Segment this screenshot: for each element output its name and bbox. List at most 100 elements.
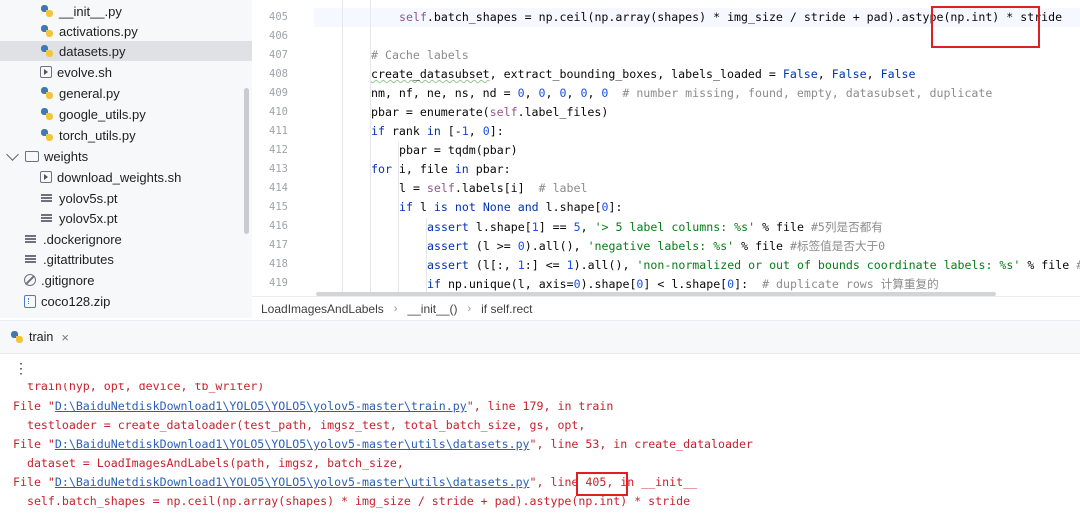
python-file-icon [40, 107, 54, 121]
tree-item-coco128-zip[interactable]: coco128.zip [0, 291, 252, 311]
code-line: assert (l[:, 1:] <= 1).all(), 'non-norma… [427, 258, 1080, 272]
code-line: pbar = tqdm(pbar) [399, 143, 518, 157]
shell-file-icon [40, 66, 52, 78]
code-line: for i, file in pbar: [371, 162, 511, 176]
tree-item-gitattributes[interactable]: .gitattributes [0, 249, 252, 269]
console-line: File "D:\BaiduNetdiskDownload1\YOLO5\YOL… [13, 399, 613, 413]
console-text: File " [13, 437, 55, 451]
tree-item-label: torch_utils.py [59, 127, 136, 143]
text-file-icon [40, 211, 54, 225]
tree-item-label: general.py [59, 85, 120, 101]
line-number: 417 [269, 239, 288, 251]
breadcrumb-class[interactable]: LoadImagesAndLabels [261, 302, 384, 316]
chevron-right-icon: › [393, 302, 398, 315]
console-line: self.batch_shapes = np.ceil(np.array(sha… [13, 494, 691, 508]
project-tree: __init__.py activations.py datasets.py e… [0, 0, 252, 318]
text-file-icon [40, 191, 54, 205]
tree-item-yolov5s-pt[interactable]: yolov5s.pt [0, 188, 252, 208]
code-line: nm, nf, ne, ns, nd = 0, 0, 0, 0, 0 # num… [371, 86, 993, 100]
tree-item-google-utils-py[interactable]: google_utils.py [0, 104, 252, 124]
run-console[interactable]: train(hyp, opt, device, tb_writer) File … [0, 383, 1080, 515]
tree-scrollbar[interactable] [244, 88, 249, 234]
console-text: ", line 53, in create_dataloader [529, 437, 753, 451]
code-line: pbar = enumerate(self.label_files) [371, 105, 609, 119]
tree-item-activations-py[interactable]: activations.py [0, 21, 252, 41]
folder-icon [25, 151, 39, 162]
file-path-link[interactable]: D:\BaiduNetdiskDownload1\YOLO5\YOLO5\yol… [55, 437, 530, 451]
code-line: if rank in [-1, 0]: [371, 124, 504, 138]
tree-item-label: coco128.zip [41, 293, 111, 309]
run-toolbar [0, 353, 1080, 383]
code-line: create_datasubset, extract_bounding_boxe… [371, 67, 916, 81]
line-number: 411 [269, 125, 288, 137]
more-options-icon[interactable]: ⋮ [14, 360, 28, 377]
tab-train[interactable]: train × [10, 326, 69, 348]
python-file-icon [40, 128, 54, 142]
tree-folder-weights[interactable]: weights [0, 146, 242, 166]
code-line: if l is not None and l.shape[0]: [399, 200, 623, 214]
tree-item-evolve-sh[interactable]: evolve.sh [0, 62, 252, 82]
tree-item-label: yolov5s.pt [59, 190, 118, 206]
chevron-right-icon: › [467, 302, 472, 315]
tree-item-torch-utils-py[interactable]: torch_utils.py [0, 125, 252, 145]
console-line: dataset = LoadImagesAndLabels(path, imgs… [13, 456, 404, 470]
breadcrumb: LoadImagesAndLabels › __init__() › if se… [252, 296, 1080, 320]
tree-item-label: yolov5x.pt [59, 210, 118, 226]
run-panel-header [0, 320, 1080, 353]
line-number: 405 [269, 11, 288, 23]
shell-file-icon [40, 171, 52, 183]
line-number: 416 [269, 220, 288, 232]
tree-item-general-py[interactable]: general.py [0, 83, 252, 103]
tree-item-label: activations.py [59, 23, 138, 39]
file-path-link[interactable]: D:\BaiduNetdiskDownload1\YOLO5\YOLO5\yol… [55, 475, 530, 489]
tree-item-yolov5x-pt[interactable]: yolov5x.pt [0, 208, 252, 228]
tree-item-gitignore[interactable]: .gitignore [0, 270, 252, 290]
tree-item-label: .dockerignore [43, 231, 122, 247]
chevron-down-icon[interactable] [6, 148, 19, 161]
line-number: 414 [269, 182, 288, 194]
code-line: assert l.shape[1] == 5, '> 5 label colum… [427, 220, 883, 234]
tree-item-download-weights-sh[interactable]: download_weights.sh [0, 167, 252, 187]
console-line: testloader = create_dataloader(test_path… [13, 418, 586, 432]
indent-guide [342, 0, 343, 296]
line-number: 407 [269, 49, 288, 61]
tree-item-datasets-py[interactable]: datasets.py [0, 41, 252, 61]
line-number: 419 [269, 277, 288, 289]
code-line: l = self.labels[i] # label [399, 181, 588, 195]
tree-item-label: google_utils.py [59, 106, 146, 122]
tree-item-label: weights [44, 148, 89, 164]
console-text: ", line 179, in train [466, 399, 614, 413]
tree-item-label: .gitignore [41, 272, 95, 288]
zip-file-icon [24, 294, 36, 308]
code-line: # Cache labels [371, 48, 469, 62]
tree-item-label: __init__.py [59, 3, 122, 19]
close-icon[interactable]: × [61, 330, 69, 345]
tree-item-label: datasets.py [59, 43, 126, 59]
line-number: 406 [269, 30, 288, 42]
breadcrumb-block[interactable]: if self.rect [481, 302, 532, 316]
ignore-file-icon [24, 274, 36, 286]
line-number: 410 [269, 106, 288, 118]
console-line: train(hyp, opt, device, tb_writer) [13, 383, 265, 393]
file-path-link[interactable]: D:\BaiduNetdiskDownload1\YOLO5\YOLO5\yol… [55, 399, 467, 413]
console-text: File " [13, 475, 55, 489]
line-number-gutter: 405 406 407 408 409 410 411 412 413 414 … [252, 0, 314, 296]
tree-item-label: .gitattributes [43, 251, 114, 267]
indent-guide [370, 0, 371, 296]
run-tab-label: train [29, 330, 54, 344]
line-number: 413 [269, 163, 288, 175]
tree-item-label: evolve.sh [57, 64, 112, 80]
python-file-icon [40, 24, 54, 38]
tree-item-init-py[interactable]: __init__.py [0, 1, 252, 21]
line-number: 408 [269, 68, 288, 80]
text-file-icon [24, 232, 38, 246]
line-number: 418 [269, 258, 288, 270]
line-number: 409 [269, 87, 288, 99]
python-file-icon [40, 44, 54, 58]
tree-item-label: download_weights.sh [57, 169, 182, 185]
breadcrumb-method[interactable]: __init__() [407, 302, 457, 316]
console-highlight-box [576, 472, 628, 496]
line-number: 412 [269, 144, 288, 156]
python-file-icon [10, 330, 24, 344]
tree-item-dockerignore[interactable]: .dockerignore [0, 229, 252, 249]
